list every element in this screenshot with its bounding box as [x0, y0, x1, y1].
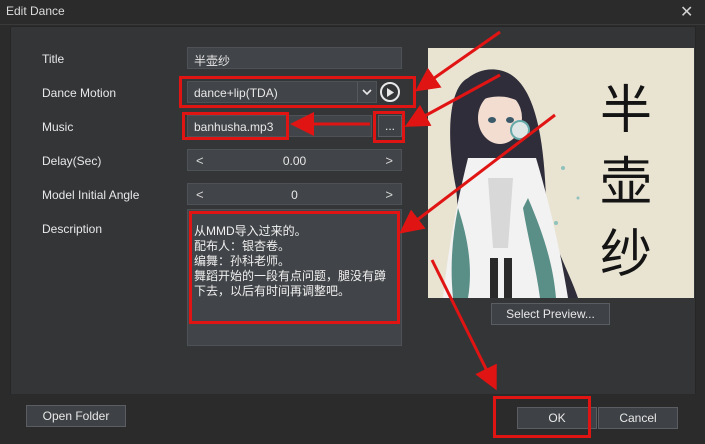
anime-girl-illustration	[443, 69, 580, 298]
cancel-button[interactable]: Cancel	[598, 407, 678, 429]
music-input[interactable]: banhusha.mp3	[187, 115, 372, 137]
music-label: Music	[42, 120, 74, 134]
play-circle-icon[interactable]	[380, 82, 400, 102]
select-preview-label: Select Preview...	[506, 307, 595, 321]
open-folder-button[interactable]: Open Folder	[26, 405, 126, 427]
angle-value: 0	[291, 188, 298, 202]
cancel-label: Cancel	[619, 411, 657, 425]
delay-spinner[interactable]: < 0.00 >	[187, 149, 402, 171]
angle-increment-button[interactable]: >	[385, 187, 393, 202]
ok-label: OK	[548, 411, 566, 425]
delay-increment-button[interactable]: >	[385, 153, 393, 168]
calligraphy-char-1: 半	[600, 81, 653, 141]
browse-label: ...	[384, 119, 395, 133]
dance-motion-value: dance+lip(TDA)	[194, 86, 278, 100]
preview-image: 半 壶 纱	[428, 48, 694, 298]
description-label: Description	[42, 222, 103, 236]
close-icon[interactable]: ✕	[680, 2, 693, 22]
calligraphy-char-2: 壶	[600, 153, 653, 213]
dance-motion-label: Dance Motion	[42, 86, 117, 100]
model-initial-angle-label: Model Initial Angle	[42, 188, 140, 202]
browse-music-button[interactable]: ...	[378, 115, 402, 137]
open-folder-label: Open Folder	[42, 409, 110, 423]
window-titlebar: Edit Dance ✕	[0, 0, 705, 25]
delay-label: Delay(Sec)	[42, 154, 102, 168]
angle-spinner[interactable]: < 0 >	[187, 183, 402, 205]
title-input-value: 半壶纱	[194, 54, 231, 68]
ok-button[interactable]: OK	[517, 407, 597, 429]
delay-value: 0.00	[282, 154, 307, 168]
dance-motion-select[interactable]: dance+lip(TDA)	[187, 81, 377, 103]
calligraphy-char-3: 纱	[600, 225, 653, 285]
select-preview-button[interactable]: Select Preview...	[491, 303, 610, 325]
chevron-down-icon[interactable]	[357, 82, 376, 102]
title-label: Title	[42, 52, 65, 66]
music-value: banhusha.mp3	[194, 120, 274, 134]
description-textarea[interactable]: 从MMD导入过来的。 配布人：银杏卷。 编舞：孙科老师。 舞蹈开始的一段有点问题…	[187, 209, 402, 346]
title-input[interactable]: 半壶纱	[187, 47, 402, 69]
window-title: Edit Dance	[6, 4, 65, 18]
